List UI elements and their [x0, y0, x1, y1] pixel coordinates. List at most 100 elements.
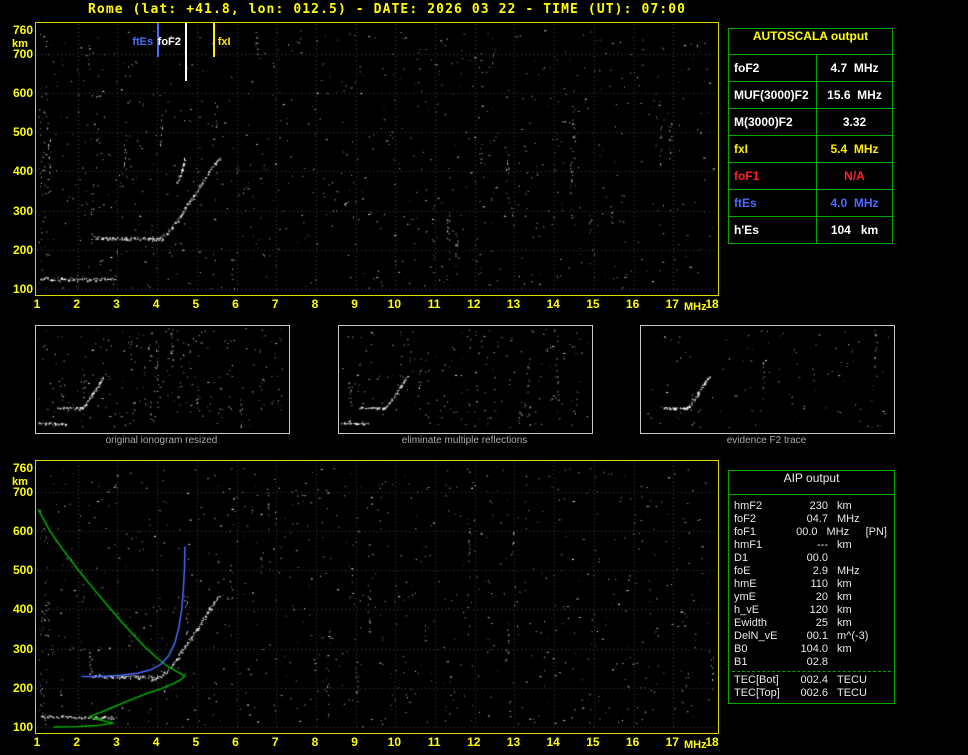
aip-value: 04.7 [788, 513, 828, 526]
thumb-evidence-canvas [641, 326, 892, 431]
aip-row-fof1: foF100.0MHz[PN] [729, 526, 894, 539]
aip-extra [881, 630, 889, 643]
aip-extra [881, 591, 889, 604]
x-tick-label: 15 [582, 297, 604, 311]
x-tick-label: 12 [463, 735, 485, 749]
y-tick-label: 200 [2, 243, 33, 257]
autoscala-value: 3.32 [817, 115, 892, 129]
x-tick-label: 7 [264, 735, 286, 749]
autoscala-param: MUF(3000)F2 [729, 82, 817, 108]
aip-row-yme: ymE20km [729, 591, 894, 604]
aip-unit: km [828, 500, 881, 513]
y-tick-label: 760 [2, 23, 33, 37]
thumb-caption-evidence: evidence F2 trace [640, 435, 893, 446]
x-tick-label: 6 [225, 297, 247, 311]
aip-extra [881, 617, 889, 630]
x-tick-label: 6 [225, 735, 247, 749]
y-tick-label: 760 [2, 461, 33, 475]
aip-name: ymE [734, 591, 788, 604]
aip-output-table: AIP output hmF2230kmfoF204.7MHzfoF100.0M… [728, 470, 895, 704]
y-tick-label: 600 [2, 524, 33, 538]
x-tick-label: 15 [582, 735, 604, 749]
aip-separator [732, 671, 891, 672]
y-tick-label: 600 [2, 86, 33, 100]
aip-row-b0: B0104.0km [729, 643, 894, 656]
aip-value: 002.4 [788, 674, 828, 687]
x-tick-label: 9 [344, 297, 366, 311]
aip-name: h_vE [734, 604, 788, 617]
x-tick-label: 1 [26, 297, 48, 311]
x-tick-label: 4 [145, 297, 167, 311]
aip-value: 230 [788, 500, 828, 513]
aip-row-b1: B102.8 [729, 656, 894, 669]
aip-row-tecbot: TEC[Bot]002.4TECU [729, 674, 894, 687]
aip-row-delnve: DelN_vE00.1m^(-3) [729, 630, 894, 643]
x-tick-label: 2 [66, 735, 88, 749]
aip-value: 110 [788, 578, 828, 591]
autoscala-row-hes: h'Es104 km [729, 217, 892, 243]
aip-name: hmE [734, 578, 788, 591]
aip-name: foF1 [734, 526, 782, 539]
aip-name: TEC[Bot] [734, 674, 788, 687]
aip-row-hve: h_vE120km [729, 604, 894, 617]
autoscala-app-window: Rome (lat: +41.8, lon: 012.5) - DATE: 20… [0, 0, 968, 755]
aip-extra [881, 539, 889, 552]
x-tick-label: 13 [502, 735, 524, 749]
aip-unit: MHz [828, 513, 881, 526]
thumb-original-canvas [36, 326, 287, 431]
thumb-eliminate-canvas [339, 326, 590, 431]
aip-value: 00.1 [788, 630, 828, 643]
aip-table-title: AIP output [729, 471, 894, 495]
x-tick-label: 4 [145, 735, 167, 749]
aip-value: --- [788, 539, 828, 552]
x-tick-label: 2 [66, 297, 88, 311]
aip-row-fof2: foF204.7MHz [729, 513, 894, 526]
y-tick-label: 400 [2, 602, 33, 616]
y-tick-label: 500 [2, 563, 33, 577]
marker-fof2-line [185, 23, 187, 81]
main-ionogram-plot: ftEsfoF2fxI [35, 22, 719, 296]
autoscala-param: foF2 [729, 55, 817, 81]
autoscala-row-m3000f2: M(3000)F23.32 [729, 109, 892, 136]
station-date-title: Rome (lat: +41.8, lon: 012.5) - DATE: 20… [88, 2, 686, 17]
main-ionogram-canvas [36, 23, 716, 293]
marker-fof2-label: foF2 [139, 36, 181, 48]
aip-unit: TECU [828, 674, 881, 687]
x-tick-label: 10 [383, 735, 405, 749]
thumb-caption-original: original ionogram resized [35, 435, 288, 446]
y-tick-label: 400 [2, 164, 33, 178]
aip-table-rows: hmF2230kmfoF204.7MHzfoF100.0MHz[PN]hmF1-… [729, 500, 894, 700]
autoscala-value: 5.4 MHz [817, 142, 892, 156]
y-tick-label: 300 [2, 204, 33, 218]
aip-value: 00.0 [788, 552, 828, 565]
aip-name: B0 [734, 643, 788, 656]
aip-unit: TECU [828, 687, 881, 700]
autoscala-param: h'Es [729, 217, 817, 243]
x-tick-label: 10 [383, 297, 405, 311]
aip-value: 002.6 [788, 687, 828, 700]
aip-value: 104.0 [788, 643, 828, 656]
aip-row-hmf1: hmF1---km [729, 539, 894, 552]
y-tick-label: 100 [2, 282, 33, 296]
x-tick-label: 16 [622, 735, 644, 749]
autoscala-param: fxI [729, 136, 817, 162]
y-tick-label: 500 [2, 125, 33, 139]
aip-extra [881, 687, 889, 700]
aip-row-hme: hmE110km [729, 578, 894, 591]
profile-ionogram-canvas [36, 461, 716, 731]
aip-extra [881, 656, 889, 669]
aip-extra [881, 565, 889, 578]
aip-extra [881, 604, 889, 617]
thumb-caption-eliminate: eliminate multiple reflections [338, 435, 591, 446]
x-axis-unit-label: MHz [684, 301, 707, 313]
thumb-original-ionogram [35, 325, 290, 434]
aip-name: Ewidth [734, 617, 788, 630]
autoscala-value: N/A [817, 169, 892, 183]
autoscala-row-muf3000f2: MUF(3000)F215.6 MHz [729, 82, 892, 109]
aip-row-foe: foE2.9MHz [729, 565, 894, 578]
aip-extra [881, 513, 889, 526]
thumb-evidence-f2 [640, 325, 895, 434]
x-tick-label: 14 [542, 297, 564, 311]
aip-name: DelN_vE [734, 630, 788, 643]
x-tick-label: 7 [264, 297, 286, 311]
